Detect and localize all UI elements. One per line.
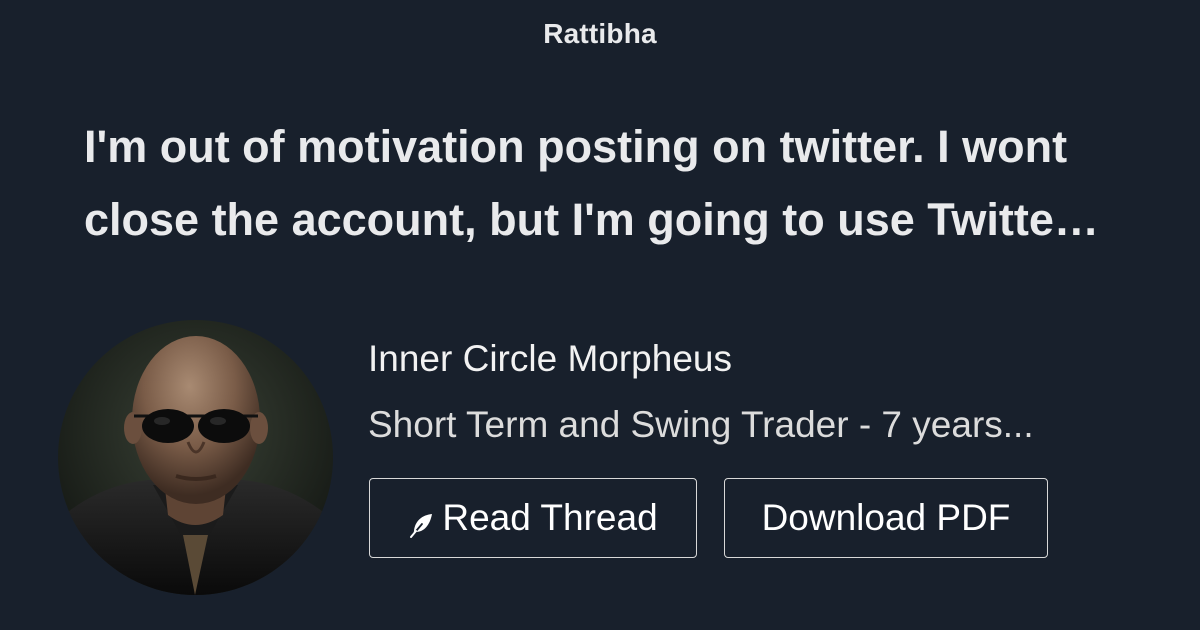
- author-bio: Short Term and Swing Trader - 7 years...: [368, 404, 1034, 445]
- download-pdf-button[interactable]: Download PDF: [724, 478, 1048, 558]
- author-name[interactable]: Inner Circle Morpheus: [368, 338, 732, 380]
- feather-icon: [408, 506, 436, 538]
- read-thread-button[interactable]: Read Thread: [369, 478, 697, 558]
- read-thread-label: Read Thread: [442, 497, 658, 538]
- site-brand: Rattibha: [543, 18, 657, 49]
- download-pdf-label: Download PDF: [761, 497, 1011, 538]
- author-avatar: [58, 320, 333, 595]
- thread-title: I'm out of motivation posting on twitter…: [84, 121, 1099, 245]
